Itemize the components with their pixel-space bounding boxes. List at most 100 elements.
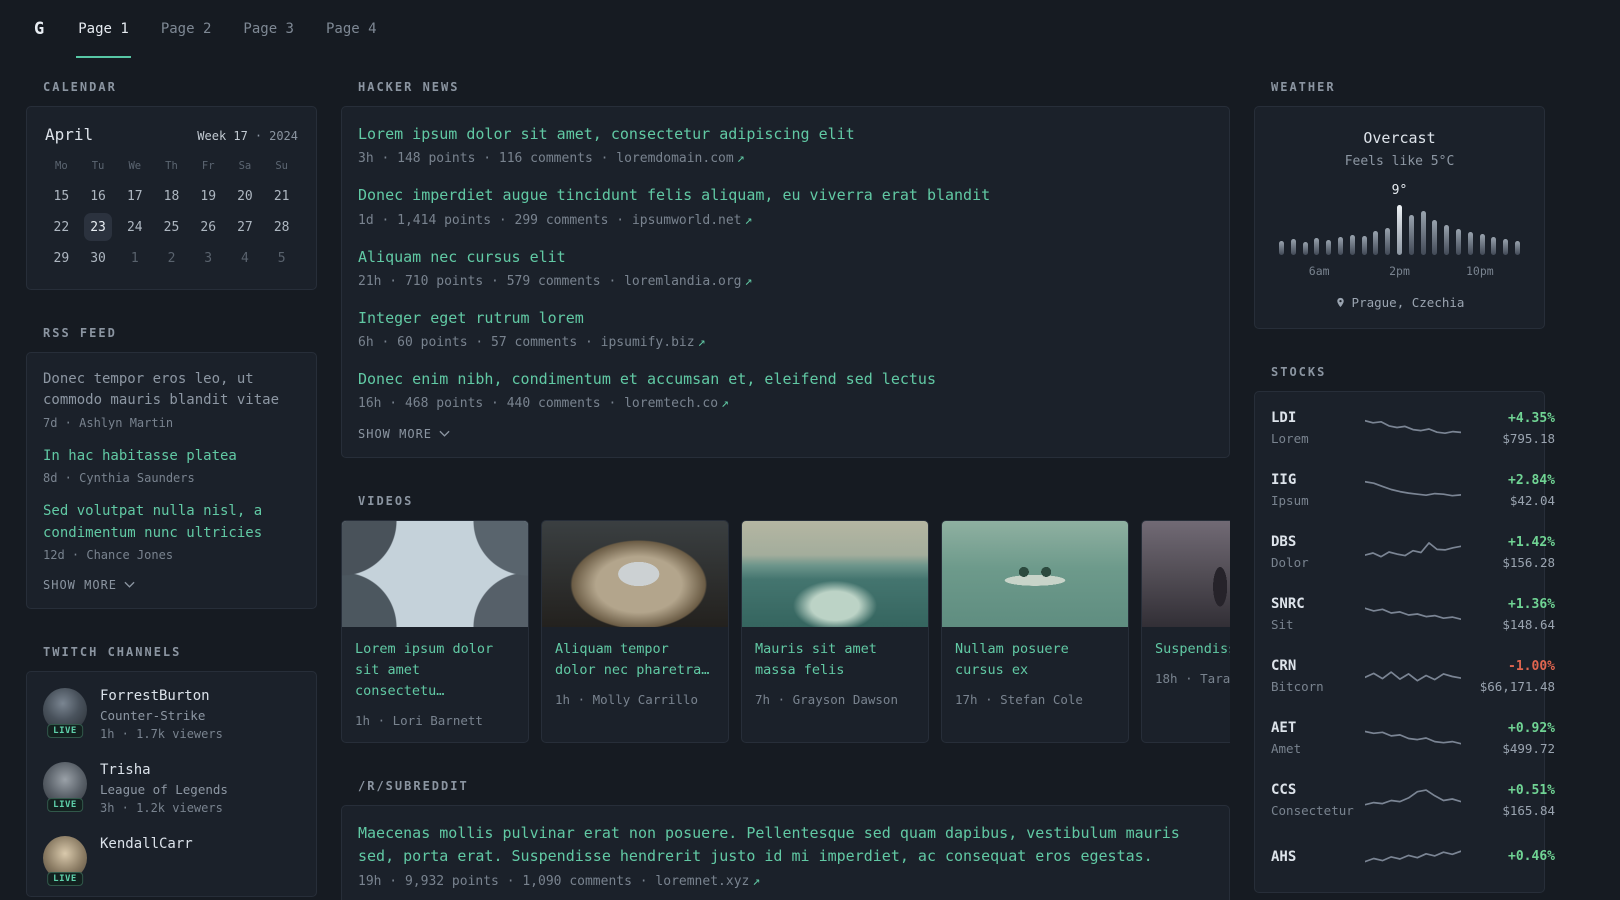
- stocks-section-title: STOCKS: [1271, 365, 1327, 379]
- video-body: Mauris sit amet massa felis 7h · Grayson…: [742, 627, 928, 721]
- weather-card: Overcast Feels like 5°C 9° 6am 2pm 10pm …: [1254, 106, 1545, 329]
- twitch-channel-row[interactable]: LIVE KendallCarr: [43, 836, 300, 887]
- rss-item-title[interactable]: Donec tempor eros leo, ut commodo mauris…: [43, 369, 300, 412]
- hacker-news-item-domain[interactable]: loremdomain.com: [616, 151, 733, 166]
- video-title[interactable]: Aliquam tempor dolor nec pharetra…: [555, 639, 715, 681]
- twitch-channel-name[interactable]: Trisha: [100, 762, 228, 778]
- stock-row[interactable]: AHS +0.46%: [1271, 831, 1555, 887]
- video-card[interactable]: Suspendisse diam 18h · Tara: [1141, 520, 1230, 744]
- calendar-day: 16: [90, 188, 106, 204]
- video-body: Lorem ipsum dolor sit amet consectetu… 1…: [342, 627, 528, 742]
- video-card[interactable]: Mauris sit amet massa felis 7h · Grayson…: [741, 520, 929, 744]
- weather-bar: [1326, 240, 1332, 255]
- stock-price: $499.72: [1502, 740, 1555, 756]
- calendar-day: 26: [200, 219, 217, 235]
- rss-item-title[interactable]: Sed volutpat nulla nisl, a condimentum n…: [43, 501, 300, 544]
- hacker-news-item-title[interactable]: Donec imperdiet augue tincidunt felis al…: [358, 184, 1213, 207]
- tab-page-2[interactable]: Page 2: [159, 0, 214, 58]
- stock-values: +1.42% $156.28: [1461, 535, 1555, 570]
- tab-page-4[interactable]: Page 4: [324, 0, 379, 58]
- hacker-news-show-more-button[interactable]: SHOW MORE: [358, 427, 450, 441]
- hacker-news-item-title[interactable]: Aliquam nec cursus elit: [358, 246, 1213, 269]
- calendar-month: April: [45, 125, 94, 144]
- external-link-icon: ↗: [744, 212, 753, 228]
- stock-name: Dolor: [1271, 555, 1309, 570]
- video-meta: 1h · Molly Carrillo: [555, 692, 698, 708]
- calendar-day: 24: [126, 219, 143, 235]
- twitch-channel-info: Trisha League of Legends 3h · 1.2k viewe…: [100, 762, 228, 815]
- rss-show-more-button[interactable]: SHOW MORE: [43, 578, 135, 592]
- stock-price: $156.28: [1502, 554, 1555, 570]
- hacker-news-item-stats: 16h · 468 points · 440 comments ·: [358, 396, 617, 412]
- rss-item: Sed volutpat nulla nisl, a condimentum n…: [43, 501, 300, 562]
- video-thumbnail: [1142, 521, 1230, 628]
- tab-page-3[interactable]: Page 3: [241, 0, 296, 58]
- video-title[interactable]: Nullam posuere cursus ex: [955, 639, 1115, 681]
- stock-row[interactable]: LDI Lorem +4.35% $795.18: [1271, 397, 1555, 459]
- subreddit-post-title[interactable]: Maecenas mollis pulvinar erat non posuer…: [358, 822, 1213, 869]
- stocks-widget: STOCKS LDI Lorem +4.35% $795.18 IIG Ipsu…: [1254, 365, 1555, 893]
- calendar-header: April Week 17 · 2024: [43, 123, 300, 144]
- calendar-day-next-month: 1: [130, 250, 139, 266]
- weekday-label: Tu: [91, 160, 105, 172]
- video-card[interactable]: Nullam posuere cursus ex 17h · Stefan Co…: [941, 520, 1129, 744]
- calendar-day: 27: [237, 219, 253, 235]
- twitch-channel-meta: 1h · 1.7k viewers: [100, 727, 223, 742]
- stock-row[interactable]: AET Amet +0.92% $499.72: [1271, 707, 1555, 769]
- hacker-news-card: Lorem ipsum dolor sit amet, consectetur …: [341, 106, 1230, 459]
- subreddit-post-domain[interactable]: loremnet.xyz: [655, 874, 749, 889]
- stock-row[interactable]: IIG Ipsum +2.84% $42.04: [1271, 459, 1555, 521]
- video-title[interactable]: Mauris sit amet massa felis: [755, 639, 915, 681]
- stock-id: DBS Dolor: [1271, 534, 1365, 570]
- hacker-news-item-title[interactable]: Lorem ipsum dolor sit amet, consectetur …: [358, 123, 1213, 146]
- hacker-news-item-domain[interactable]: ipsumify.biz: [601, 335, 695, 350]
- weather-bar: [1479, 234, 1485, 255]
- stock-values: +2.84% $42.04: [1461, 473, 1555, 508]
- stock-row[interactable]: CCS Consectetur +0.51% $165.84: [1271, 769, 1555, 831]
- hacker-news-item-domain[interactable]: loremtech.co: [624, 396, 718, 411]
- calendar-week-info: Week 17 · 2024: [197, 129, 298, 143]
- stock-id: AET Amet: [1271, 720, 1365, 756]
- twitch-channel-row[interactable]: LIVE ForrestBurton Counter-Strike 1h · 1…: [43, 688, 300, 741]
- weather-bar: [1279, 241, 1284, 255]
- weather-bar: [1349, 235, 1355, 255]
- video-card[interactable]: Aliquam tempor dolor nec pharetra… 1h · …: [541, 520, 729, 744]
- hacker-news-item-domain[interactable]: ipsumworld.net: [632, 213, 742, 228]
- stock-change: +0.92%: [1508, 720, 1555, 736]
- stock-sparkline: [1365, 419, 1461, 435]
- stock-row[interactable]: SNRC Sit +1.36% $148.64: [1271, 583, 1555, 645]
- stock-values: +1.36% $148.64: [1461, 597, 1555, 632]
- app-logo[interactable]: G: [26, 0, 52, 58]
- rss-item-title[interactable]: In hac habitasse platea: [43, 446, 300, 467]
- twitch-channel-game: League of Legends: [100, 782, 228, 798]
- tab-page-1[interactable]: Page 1: [76, 0, 131, 58]
- weather-time-label: 6am: [1308, 264, 1330, 278]
- location-pin-icon: [1336, 297, 1344, 308]
- weekday-label: Mo: [55, 160, 68, 172]
- video-card[interactable]: Lorem ipsum dolor sit amet consectetu… 1…: [341, 520, 529, 744]
- stock-name: Ipsum: [1271, 493, 1309, 508]
- hacker-news-item-meta: 3h · 148 points · 116 comments · loremdo…: [358, 151, 1213, 166]
- hacker-news-item-title[interactable]: Integer eget rutrum lorem: [358, 307, 1213, 330]
- stock-row[interactable]: CRN Bitcorn -1.00% $66,171.48: [1271, 645, 1555, 707]
- twitch-channel-name[interactable]: KendallCarr: [100, 836, 193, 852]
- hacker-news-item-meta: 21h · 710 points · 579 comments · loreml…: [358, 274, 1213, 289]
- hacker-news-item: Lorem ipsum dolor sit amet, consectetur …: [358, 123, 1213, 166]
- external-link-icon: ↗: [752, 873, 761, 889]
- stock-values: +4.35% $795.18: [1461, 411, 1555, 446]
- hacker-news-item-title[interactable]: Donec enim nibh, condimentum et accumsan…: [358, 368, 1213, 391]
- external-link-icon: ↗: [721, 396, 729, 412]
- stock-price: $148.64: [1502, 616, 1555, 632]
- stock-price: $795.18: [1502, 430, 1555, 446]
- twitch-channel-name[interactable]: ForrestBurton: [100, 688, 223, 704]
- hacker-news-item-meta: 16h · 468 points · 440 comments · loremt…: [358, 396, 1213, 411]
- video-title[interactable]: Lorem ipsum dolor sit amet consectetu…: [355, 639, 515, 702]
- weekday-label: Sa: [238, 160, 252, 172]
- weather-time-label: 10pm: [1465, 264, 1494, 278]
- hacker-news-item-domain[interactable]: loremlandia.org: [624, 274, 741, 289]
- stock-values: -1.00% $66,171.48: [1461, 659, 1555, 694]
- twitch-channel-row[interactable]: LIVE Trisha League of Legends 3h · 1.2k …: [43, 762, 300, 815]
- weather-bar: [1503, 238, 1509, 255]
- video-title[interactable]: Suspendisse diam: [1155, 639, 1230, 660]
- stock-row[interactable]: DBS Dolor +1.42% $156.28: [1271, 521, 1555, 583]
